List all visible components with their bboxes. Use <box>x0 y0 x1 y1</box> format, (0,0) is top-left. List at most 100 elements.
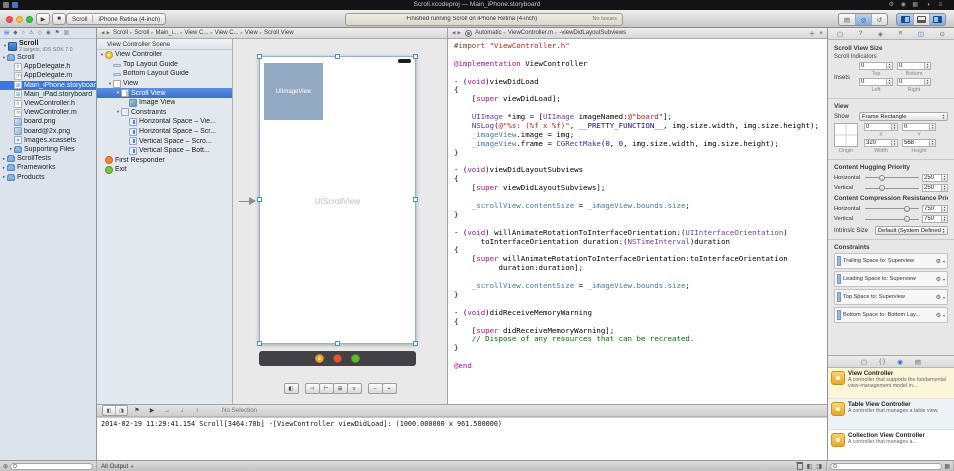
gear-icon[interactable]: ⚙ <box>936 276 941 283</box>
navigator-item[interactable]: board.png <box>0 117 96 126</box>
navigator-item[interactable]: ▸Frameworks <box>0 163 96 172</box>
test-navigator-icon[interactable]: ◇ <box>38 30 42 36</box>
height-field[interactable] <box>902 139 930 147</box>
content-hugging-vertical-field[interactable] <box>922 184 942 192</box>
debug-console[interactable]: 2014-02-19 11:29:41.154 Scroll[3464:70b]… <box>97 418 827 460</box>
navigator-item[interactable]: AppDelegate.h <box>0 62 96 71</box>
content-hugging-horizontal-slider[interactable] <box>865 174 919 182</box>
spotlight-menu-icon[interactable]: ≡ <box>938 0 942 10</box>
compression-resistance-horizontal-field[interactable] <box>922 205 942 213</box>
outline-item[interactable]: ▾View Controller <box>97 50 232 60</box>
object-library-tab[interactable]: ◉ <box>897 358 903 366</box>
inset-left-field[interactable] <box>859 78 887 86</box>
navigator-item[interactable]: Main_iPad.storyboard <box>0 90 96 99</box>
console-pane-toggle[interactable]: ◨ <box>816 463 822 470</box>
code-editor[interactable]: #import "ViewController.h" @implementati… <box>448 39 827 404</box>
exit-icon[interactable] <box>351 354 360 363</box>
navigator-item[interactable]: board@2x.png <box>0 127 96 136</box>
jump-bar-item[interactable]: Scroll View <box>264 30 294 36</box>
stepper[interactable] <box>925 62 931 70</box>
outline-item[interactable]: First Responder <box>97 156 232 166</box>
gear-icon[interactable]: ⚙ <box>936 294 941 301</box>
project-root-item[interactable]: ▾ Scroll 2 targets, iOS SDK 7.0 <box>0 39 96 53</box>
slider-knob[interactable] <box>904 216 910 222</box>
variables-view-toggle[interactable]: ◧ <box>103 406 115 415</box>
origin-selector[interactable] <box>834 123 858 147</box>
outline-item[interactable]: Image View <box>97 98 232 108</box>
log-navigator-icon[interactable]: ▥ <box>64 30 69 36</box>
console-output-popup[interactable]: All Output <box>101 463 128 470</box>
library-item[interactable]: View ControllerA controller that support… <box>828 368 954 399</box>
stepper[interactable] <box>942 174 948 182</box>
x-field[interactable] <box>864 123 892 131</box>
stepper[interactable] <box>892 123 898 131</box>
constraint-card[interactable]: Bottom Space to: Bottom Lay...⚙▾ <box>834 307 948 323</box>
outline-item[interactable]: Exit <box>97 165 232 175</box>
selection-handle[interactable] <box>335 54 340 59</box>
issues-badge[interactable]: No Issues <box>593 16 617 22</box>
file-template-library-tab[interactable]: ▢ <box>861 358 867 366</box>
outline-toggle-button[interactable]: ◧ <box>284 383 299 394</box>
stepper[interactable] <box>892 139 898 147</box>
zoom-in-button[interactable]: + <box>382 383 397 394</box>
debug-jump-bar[interactable]: No Selection <box>222 407 257 414</box>
zoom-window-button[interactable] <box>26 16 33 23</box>
console-view-toggle[interactable]: ◨ <box>115 406 127 415</box>
outline-item[interactable]: ▾Constraints <box>97 108 232 118</box>
navigator-item[interactable]: ▸ScrollTests <box>0 154 96 163</box>
battery-menu-icon[interactable]: ◑ <box>926 0 930 10</box>
breakpoints-button[interactable]: ⚑ <box>131 407 143 414</box>
outline-item[interactable]: ▾Scroll View <box>97 88 232 98</box>
symbol-navigator-icon[interactable]: ◆ <box>13 30 17 36</box>
gear-icon[interactable]: ⚙ <box>936 258 941 265</box>
content-hugging-vertical-slider[interactable] <box>865 184 919 192</box>
outline-item[interactable]: Horizontal Space – Vie... <box>97 117 232 127</box>
slider-knob[interactable] <box>904 206 910 212</box>
breakpoint-navigator-icon[interactable]: ⚑ <box>55 30 60 36</box>
size-inspector-tab[interactable]: ◫ <box>918 30 924 38</box>
standard-editor-button[interactable]: ▤ <box>839 14 855 25</box>
image-view[interactable]: UIImageView <box>264 63 323 120</box>
selection-handle[interactable] <box>335 341 340 346</box>
jump-bar-item[interactable]: View C... <box>184 30 208 36</box>
navigator-item[interactable]: ViewController.m <box>0 108 96 117</box>
close-window-button[interactable] <box>6 16 13 23</box>
selection-handle[interactable] <box>413 54 418 59</box>
stepper[interactable] <box>942 215 948 223</box>
stepper[interactable] <box>942 184 948 192</box>
navigator-item[interactable]: Images.xcassets <box>0 136 96 145</box>
inset-right-field[interactable] <box>897 78 925 86</box>
minimize-window-button[interactable] <box>16 16 23 23</box>
slider-knob[interactable] <box>879 175 885 181</box>
stepper[interactable] <box>930 123 936 131</box>
back-button[interactable]: ◀ <box>452 30 455 36</box>
version-editor-button[interactable]: ↺ <box>871 14 887 25</box>
issue-navigator-icon[interactable]: ⚠ <box>29 30 34 36</box>
stepper[interactable] <box>930 139 936 147</box>
toggle-navigator-button[interactable] <box>897 14 913 25</box>
console-pane-toggle[interactable]: ◧ <box>807 463 813 470</box>
assistant-editor-button[interactable]: ◎ <box>855 14 871 25</box>
selection-handle[interactable] <box>257 54 262 59</box>
show-popup[interactable]: Frame Rectangle <box>859 112 948 121</box>
library-item[interactable]: Collection View ControllerA controller t… <box>828 430 954 460</box>
close-assistant-editor-button[interactable]: × <box>819 30 823 37</box>
jump-bar-item[interactable]: Automatic <box>475 30 502 36</box>
debug-navigator-icon[interactable]: ◉ <box>46 30 51 36</box>
jump-bar-item[interactable]: ViewController.m <box>508 30 553 36</box>
navigator-item[interactable]: Main_iPhone.storyboard <box>0 81 96 90</box>
navigator-item[interactable]: AppDelegate.m <box>0 71 96 80</box>
navigator-item[interactable]: ViewController.h <box>0 99 96 108</box>
connections-inspector-tab[interactable]: ⊙ <box>940 30 945 38</box>
stepper[interactable] <box>942 205 948 213</box>
run-button[interactable]: ▶ <box>36 13 50 25</box>
step-into-button[interactable]: ↓ <box>176 408 188 414</box>
gear-icon[interactable]: ⚙ <box>889 0 894 10</box>
selection-handle[interactable] <box>413 341 418 346</box>
navigator-item[interactable]: ▸Supporting Files <box>0 145 96 154</box>
constraint-card[interactable]: Leading Space to: Superview⚙▾ <box>834 271 948 287</box>
intrinsic-size-popup[interactable]: Default (System Defined) <box>875 226 948 235</box>
selection-handle[interactable] <box>413 197 418 202</box>
status-menu-icon[interactable]: ◉ <box>901 0 906 10</box>
outline-item[interactable]: Horizontal Space – Scr... <box>97 127 232 137</box>
